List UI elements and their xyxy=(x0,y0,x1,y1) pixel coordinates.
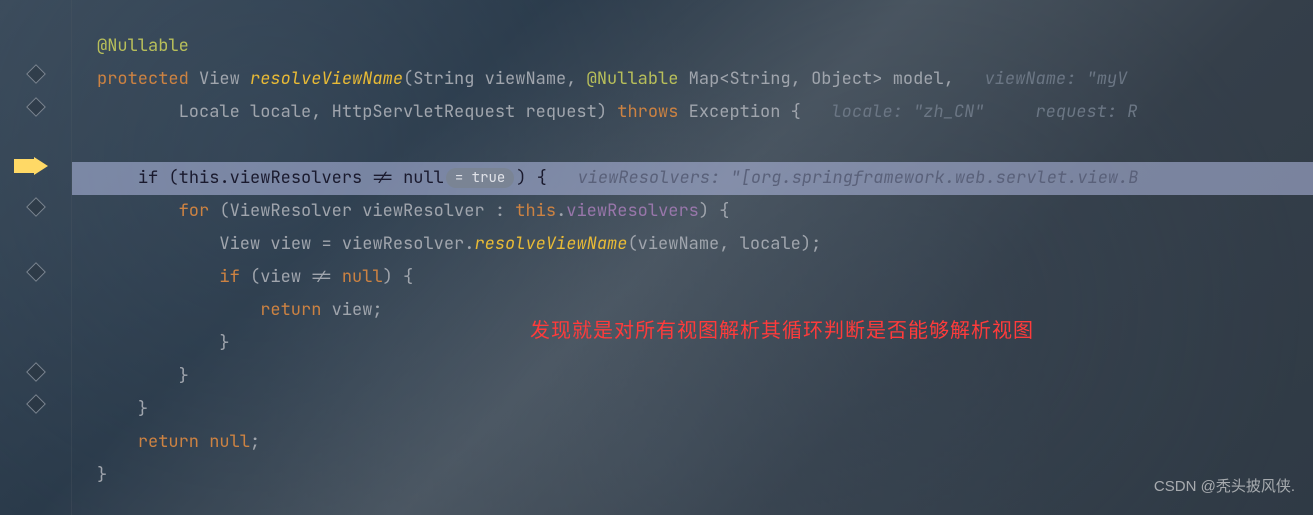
gutter-marker-icon[interactable] xyxy=(26,197,46,217)
gutter-marker-icon[interactable] xyxy=(26,97,46,117)
inline-hint: locale: "zh_CN" xyxy=(831,101,984,123)
gutter-marker-icon[interactable] xyxy=(26,262,46,282)
code-line[interactable]: @Nullable xyxy=(72,30,1313,63)
type-token: View xyxy=(199,68,240,90)
user-annotation-text: 发现就是对所有视图解析其循环判断是否能够解析视图 xyxy=(530,315,1034,348)
code-line[interactable]: for (ViewResolver viewResolver : this.vi… xyxy=(72,195,1313,228)
inline-hint: viewName: "myV xyxy=(985,68,1128,90)
code-line[interactable]: } xyxy=(72,393,1313,426)
code-editor[interactable]: @Nullable protected View resolveViewName… xyxy=(72,0,1313,492)
code-line[interactable]: View view = viewResolver.resolveViewName… xyxy=(72,228,1313,261)
code-line[interactable]: protected View resolveViewName(String vi… xyxy=(72,63,1313,96)
code-line[interactable]: } xyxy=(72,459,1313,492)
editor-gutter[interactable] xyxy=(0,0,72,515)
gutter-marker-icon[interactable] xyxy=(26,64,46,84)
code-line-blank[interactable] xyxy=(72,129,1313,162)
code-line-current-execution[interactable]: if (this.viewResolvers != null= true) { … xyxy=(72,162,1313,195)
code-line[interactable]: } xyxy=(72,360,1313,393)
csdn-watermark: CSDN @秃头披风侠. xyxy=(1154,470,1295,503)
keyword-token: if xyxy=(138,167,158,189)
inline-hint: request: R xyxy=(1035,101,1137,123)
method-token: resolveViewName xyxy=(250,68,403,90)
evaluation-pill: = true xyxy=(446,168,514,188)
annotation-token: @Nullable xyxy=(97,35,189,57)
gutter-marker-icon[interactable] xyxy=(26,362,46,382)
execution-point-icon[interactable] xyxy=(34,157,48,175)
code-line[interactable]: return null; xyxy=(72,426,1313,459)
code-line[interactable]: Locale locale, HttpServletRequest reques… xyxy=(72,96,1313,129)
inline-hint: viewResolvers: "[org.springframework.web… xyxy=(578,167,1139,189)
code-line[interactable]: if (view != null) { xyxy=(72,261,1313,294)
keyword-token: protected xyxy=(97,68,189,90)
gutter-marker-icon[interactable] xyxy=(26,394,46,414)
